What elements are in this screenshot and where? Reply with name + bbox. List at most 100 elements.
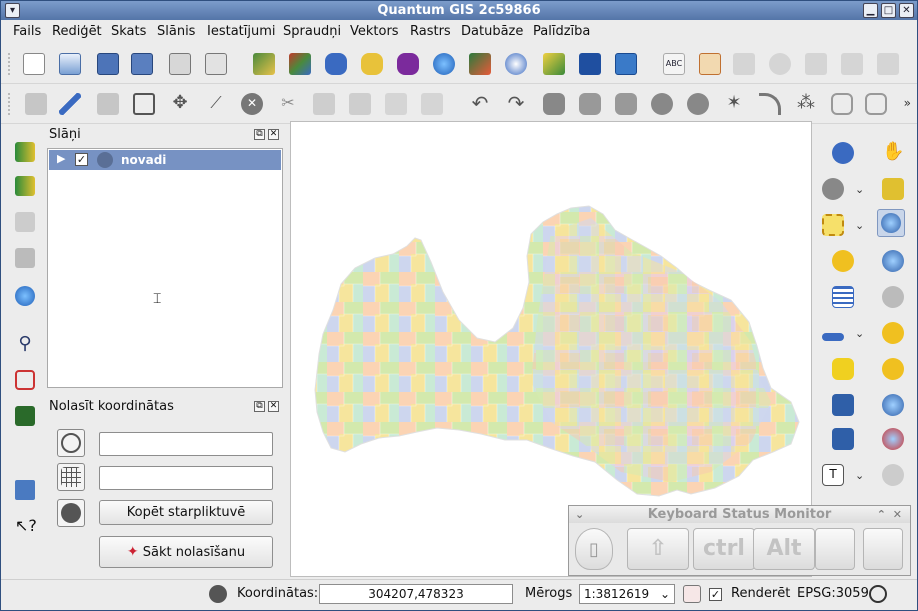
add-wfs-layer-icon[interactable] xyxy=(467,51,493,77)
label-change-icon[interactable] xyxy=(839,51,865,77)
window-menu-icon[interactable]: ▾ xyxy=(5,3,20,18)
coordinate-toggle-icon[interactable] xyxy=(209,585,227,603)
map-crs-coord-field[interactable] xyxy=(99,432,273,456)
menu-rastrs[interactable]: Rastrs xyxy=(410,24,451,39)
georeferencer-icon[interactable] xyxy=(12,283,38,309)
label-move-icon[interactable] xyxy=(697,51,723,77)
layer-visibility-checkbox[interactable]: ✓ xyxy=(75,153,88,166)
toolbar-overflow-icon[interactable]: » xyxy=(904,96,911,110)
chevron-down-icon[interactable]: ⌄ xyxy=(855,469,864,482)
toolbar-grip[interactable] xyxy=(7,52,11,76)
add-feature-icon[interactable] xyxy=(131,91,157,117)
add-mssql-layer-icon[interactable] xyxy=(395,51,421,77)
delete-ring-icon[interactable] xyxy=(649,91,675,117)
new-shapefile-icon[interactable] xyxy=(541,51,567,77)
label-abc-icon[interactable]: ABC xyxy=(661,51,687,77)
add-delimited-text-icon[interactable] xyxy=(613,51,639,77)
menu-iestatijumi[interactable]: Iestatījumi xyxy=(207,24,276,39)
pan-to-selection-icon[interactable] xyxy=(879,175,907,203)
float-icon[interactable]: ⧉ xyxy=(254,129,265,140)
copy-features-icon[interactable] xyxy=(311,91,337,117)
deselect-icon[interactable] xyxy=(829,247,857,275)
add-postgis-layer-icon[interactable] xyxy=(323,51,349,77)
stop-render-icon[interactable] xyxy=(683,585,701,603)
chevron-down-icon[interactable]: ⌄ xyxy=(855,219,864,232)
measure-tool-icon[interactable]: ⚲ xyxy=(12,331,38,357)
copy-to-clipboard-button[interactable]: Kopēt starpliktuvē xyxy=(99,500,273,525)
gps-tools-icon[interactable] xyxy=(12,367,38,393)
move-feature-icon[interactable]: ✥ xyxy=(167,91,193,117)
split-parts-icon[interactable] xyxy=(419,91,445,117)
chevron-down-icon[interactable]: ⌄ xyxy=(660,585,670,603)
attribute-table-icon[interactable] xyxy=(829,283,857,311)
label-highlight-icon[interactable] xyxy=(875,51,901,77)
selected-crs-coord-field[interactable] xyxy=(99,466,273,490)
zoom-actual-size-icon[interactable] xyxy=(879,461,907,489)
zoom-to-selection-icon[interactable] xyxy=(879,355,907,383)
menu-spraudni[interactable]: Spraudņi xyxy=(283,24,341,39)
menu-skats[interactable]: Skats xyxy=(111,24,146,39)
histogram-stretch-icon[interactable] xyxy=(12,139,38,165)
identify-icon[interactable] xyxy=(829,139,857,167)
menu-palidziba[interactable]: Palīdzība xyxy=(533,24,590,39)
save-project-icon[interactable] xyxy=(95,51,121,77)
minimize-icon[interactable]: ▁ xyxy=(863,3,878,18)
print-composer-icon[interactable] xyxy=(167,51,193,77)
local-stretch-icon[interactable] xyxy=(12,173,38,199)
add-vector-layer-icon[interactable] xyxy=(251,51,277,77)
crs-status[interactable]: EPSG:3059 xyxy=(797,586,869,601)
close-icon[interactable]: ✕ xyxy=(899,3,914,18)
redo-icon[interactable]: ↷ xyxy=(503,91,529,117)
menu-slanis[interactable]: Slānis xyxy=(157,24,195,39)
node-tool-icon[interactable]: ⟋ xyxy=(203,91,229,117)
render-checkbox[interactable]: ✓ xyxy=(709,588,722,601)
menu-datubaze[interactable]: Datubāze xyxy=(461,24,523,39)
chevron-down-icon[interactable]: ⌄ xyxy=(855,183,864,196)
ksm-menu-icon[interactable]: ⌄ xyxy=(575,506,584,523)
menu-rediget[interactable]: Rediģēt xyxy=(52,24,102,39)
expand-arrow-icon[interactable]: ▶ xyxy=(57,152,65,165)
grass-tools-icon[interactable] xyxy=(12,403,38,429)
new-bookmark-icon[interactable] xyxy=(829,391,857,419)
float-icon[interactable]: ⧉ xyxy=(254,401,265,412)
add-wms-layer-icon[interactable] xyxy=(431,51,457,77)
save-layer-icon[interactable] xyxy=(95,91,121,117)
decrease-brightness-icon[interactable] xyxy=(12,245,38,271)
save-as-icon[interactable] xyxy=(129,51,155,77)
merge-features-icon[interactable] xyxy=(829,91,855,117)
scale-combobox[interactable]: 1:3812619 ⌄ xyxy=(579,584,675,604)
show-bookmarks-icon[interactable] xyxy=(829,425,857,453)
chevron-down-icon[interactable]: ⌄ xyxy=(855,327,864,340)
zoom-in-icon[interactable] xyxy=(877,209,905,237)
delete-part-icon[interactable] xyxy=(685,91,711,117)
add-part-icon[interactable] xyxy=(613,91,639,117)
close-icon[interactable]: ✕ xyxy=(268,129,279,140)
bookmark-icon[interactable] xyxy=(12,477,38,503)
new-project-icon[interactable] xyxy=(21,51,47,77)
zoom-full-icon[interactable] xyxy=(879,283,907,311)
rotate-point-icon[interactable]: ⁂ xyxy=(793,91,819,117)
label-pin-icon[interactable] xyxy=(803,51,829,77)
pan-icon[interactable]: ✋ xyxy=(879,139,907,167)
title-bar[interactable]: ▾ Quantum GIS 2c59866 ▁ □ ✕ xyxy=(1,1,917,20)
crs-select-icon[interactable] xyxy=(57,429,85,457)
add-ring-icon[interactable] xyxy=(577,91,603,117)
layer-row-novadi[interactable]: ▶ ✓ novadi xyxy=(49,150,281,170)
merge-attributes-icon[interactable] xyxy=(863,91,889,117)
map-tips-icon[interactable] xyxy=(829,355,857,383)
undo-icon[interactable]: ↶ xyxy=(467,91,493,117)
coordinates-field[interactable]: 304207,478323 xyxy=(319,584,513,604)
reshape-icon[interactable]: ✶ xyxy=(721,91,747,117)
zoom-last-icon[interactable] xyxy=(879,391,907,419)
select-by-rectangle-icon[interactable] xyxy=(819,211,847,239)
zoom-next-icon[interactable] xyxy=(879,425,907,453)
simplify-icon[interactable] xyxy=(541,91,567,117)
text-annotation-icon[interactable]: T xyxy=(819,461,847,489)
label-show-icon[interactable] xyxy=(767,51,793,77)
whats-this-icon[interactable]: ↖? xyxy=(12,513,38,539)
print-icon[interactable] xyxy=(203,51,229,77)
split-features-icon[interactable] xyxy=(383,91,409,117)
menu-vektors[interactable]: Vektors xyxy=(350,24,399,39)
toggle-editing-icon[interactable] xyxy=(57,91,83,117)
measure-line-icon[interactable] xyxy=(819,319,847,347)
